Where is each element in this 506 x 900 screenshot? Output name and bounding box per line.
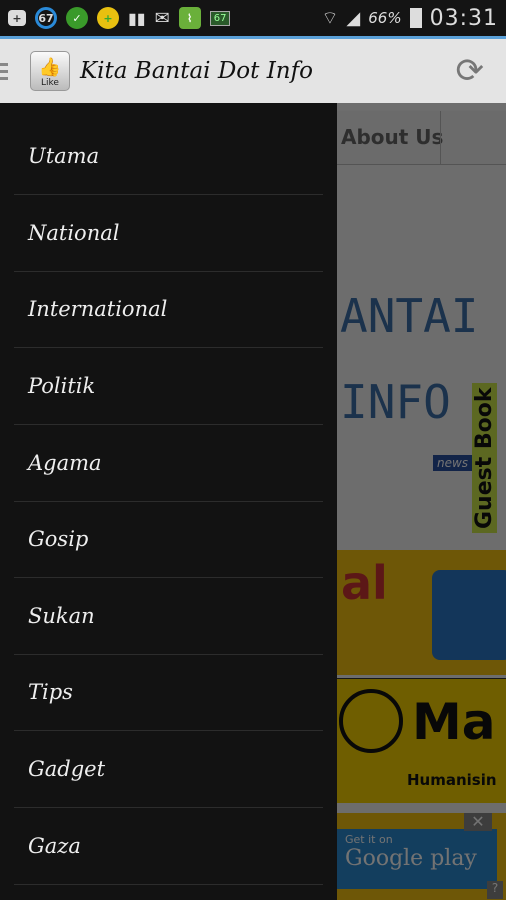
site-banner: ANTAI INFO xyxy=(340,273,478,445)
wifi-icon: ⌔ xyxy=(321,7,339,29)
google-play-badge[interactable]: Get it on Google play xyxy=(337,829,497,889)
drawer-item-gosip[interactable]: Gosip xyxy=(14,501,323,578)
drawer-item-label: Gaza xyxy=(28,834,81,858)
tiger-logo-icon xyxy=(339,689,403,753)
app-icon: + xyxy=(97,7,119,29)
drawer-item-sukan[interactable]: Sukan xyxy=(14,578,323,655)
logo-label: Like xyxy=(41,78,59,88)
drawer-item-label: International xyxy=(28,297,168,321)
ad-close-icon[interactable]: ✕ xyxy=(464,813,492,831)
news-badge: news xyxy=(433,455,473,471)
ad-banner-google-play[interactable]: Get it on Google play ✕ ? xyxy=(337,813,506,900)
cleaner-icon: ⌇ xyxy=(178,7,201,29)
ad-help-icon[interactable]: ? xyxy=(487,881,503,899)
app-bar: 👍 Like Kita Bantai Dot Info ⟳ xyxy=(0,36,506,103)
banner-line: ANTAI xyxy=(340,289,479,343)
drawer-item-label: Agama xyxy=(28,451,102,475)
notification-count-icon: 67 xyxy=(35,7,57,29)
drawer-item-label: Sukan xyxy=(28,604,95,628)
email-icon: ✉ xyxy=(154,7,170,29)
check-icon: ✓ xyxy=(66,7,88,29)
app-title: Kita Bantai Dot Info xyxy=(80,58,313,84)
add-notification-icon: + xyxy=(8,10,26,26)
ad-subtext: Humanisin xyxy=(407,771,497,789)
guest-book-button[interactable]: Guest Book xyxy=(472,383,497,533)
clock: 03:31 xyxy=(429,5,498,31)
badge-small: Get it on xyxy=(345,833,393,846)
banner-line: INFO xyxy=(340,375,451,429)
drawer-indicator-icon[interactable] xyxy=(0,62,8,80)
battery-percent: 66% xyxy=(368,9,402,27)
battery-app-icon: 67 xyxy=(209,10,231,26)
drawer-item-gaza[interactable]: Gaza xyxy=(14,808,323,885)
drawer-item-label: Tips xyxy=(28,680,73,704)
battery-icon xyxy=(409,8,422,28)
drawer-item-label: National xyxy=(28,221,120,245)
app-logo[interactable]: 👍 Like xyxy=(30,51,70,91)
play-store-icon xyxy=(432,570,506,660)
drawer-item-label: Gadget xyxy=(28,757,106,781)
drawer-item-gadget[interactable]: Gadget xyxy=(14,731,323,808)
badge-big: Google play xyxy=(345,846,477,871)
drawer-item-tips[interactable]: Tips xyxy=(14,654,323,731)
ad-banner-play[interactable]: al xyxy=(337,550,506,675)
ad-banner-maybank[interactable]: Ma Humanisin xyxy=(337,678,506,803)
navigation-drawer: Utama National International Politik Aga… xyxy=(0,103,337,900)
drawer-item-label: Gosip xyxy=(28,527,89,551)
tab-about-us[interactable]: About Us xyxy=(341,125,443,149)
ad-text: Ma xyxy=(412,693,496,751)
ad-text: al xyxy=(341,556,388,610)
drawer-item-label: Politik xyxy=(28,374,96,398)
refresh-icon[interactable]: ⟳ xyxy=(456,51,485,91)
tab-divider xyxy=(440,111,441,165)
drawer-item-international[interactable]: International xyxy=(14,271,323,348)
drawer-item-politik[interactable]: Politik xyxy=(14,348,323,425)
drawer-item-national[interactable]: National xyxy=(14,195,323,272)
drawer-item-label: Utama xyxy=(28,144,100,168)
status-bar: + 67 ✓ + ▮▮ ✉ ⌇ 67 ⌔ ◢ 66% 03:31 xyxy=(0,0,506,36)
signal-bars-icon: ▮▮ xyxy=(128,8,146,28)
cell-signal-icon: ◢ xyxy=(346,7,361,29)
drawer-item-utama[interactable]: Utama xyxy=(14,118,323,195)
drawer-item-agama[interactable]: Agama xyxy=(14,425,323,502)
